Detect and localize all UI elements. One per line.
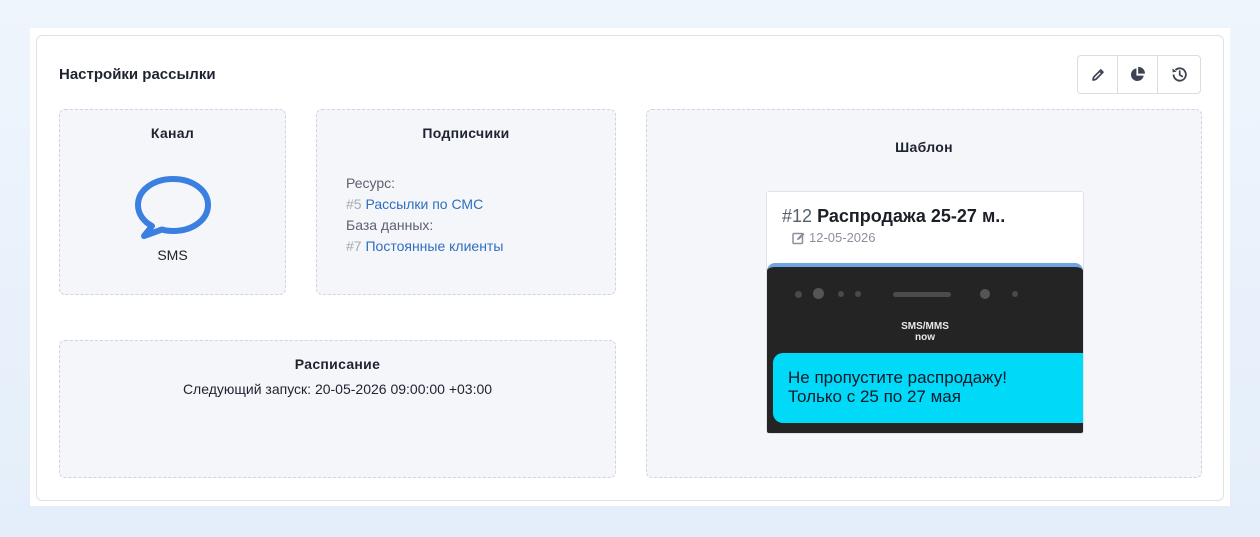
- card-title: Настройки рассылки: [59, 66, 216, 83]
- template-card[interactable]: #12 Распродажа 25-27 м.. 12-05-2026 SMS/…: [766, 191, 1084, 434]
- message-text: Не пропустите распродажу! Только с 25 по…: [788, 368, 1007, 406]
- template-panel: Шаблон #12 Распродажа 25-27 м.. 12-05-20…: [646, 109, 1202, 478]
- template-name: Распродажа 25-27 м..: [817, 206, 1006, 226]
- channel-title: Канал: [150, 125, 195, 141]
- chat-bubble-icon: [135, 176, 211, 239]
- template-number: #12: [782, 206, 813, 226]
- message-bubble: Не пропустите распродажу! Только с 25 по…: [773, 353, 1083, 423]
- template-heading: #12 Распродажа 25-27 м..: [782, 206, 1005, 227]
- page-background: Настройки рассылки Канал SMS Подписчики …: [30, 28, 1230, 506]
- stats-button[interactable]: [1118, 56, 1158, 93]
- history-button[interactable]: [1158, 56, 1200, 93]
- card-toolbar: [1077, 55, 1201, 94]
- pie-chart-icon: [1130, 66, 1145, 82]
- next-run-text: Следующий запуск: 20-05-2026 09:00:00 +0…: [182, 381, 493, 397]
- resource-id: #5: [346, 196, 362, 212]
- database-id: #7: [346, 238, 362, 254]
- subscribers-title: Подписчики: [422, 125, 510, 141]
- message-line-1: Не пропустите распродажу!: [788, 368, 1007, 387]
- channel-panel: Канал SMS: [59, 109, 286, 295]
- template-title: Шаблон: [895, 139, 953, 155]
- message-line-2: Только с 25 по 27 мая: [788, 387, 961, 406]
- database-row: #7 Постоянные клиенты: [346, 236, 503, 257]
- resource-label: Ресурс:: [346, 175, 396, 191]
- schedule-title: Расписание: [294, 356, 381, 372]
- preview-header-type: SMS/MMS: [901, 321, 949, 332]
- sms-preview: SMS/MMS now Не пропустите распродажу! То…: [767, 263, 1083, 433]
- database-link[interactable]: Постоянные клиенты: [365, 238, 503, 254]
- channel-value: SMS: [157, 247, 188, 263]
- subscribers-info: Ресурс: #5 Рассылки по СМС База данных: …: [346, 173, 503, 257]
- subscribers-panel: Подписчики Ресурс: #5 Рассылки по СМС Ба…: [316, 109, 616, 295]
- pencil-icon: [1091, 68, 1104, 81]
- resource-link[interactable]: Рассылки по СМС: [365, 196, 483, 212]
- edit-button[interactable]: [1078, 56, 1118, 93]
- preview-header: SMS/MMS now: [767, 321, 1083, 343]
- template-date-text: 12-05-2026: [809, 230, 876, 245]
- edit-date-icon: [792, 232, 805, 244]
- preview-header-time: now: [915, 332, 935, 343]
- history-icon: [1171, 67, 1187, 82]
- schedule-panel: Расписание Следующий запуск: 20-05-2026 …: [59, 340, 616, 478]
- template-date: 12-05-2026: [792, 230, 876, 245]
- resource-row: #5 Рассылки по СМС: [346, 194, 503, 215]
- settings-card: Настройки рассылки Канал SMS Подписчики …: [36, 35, 1224, 501]
- database-label: База данных:: [346, 217, 434, 233]
